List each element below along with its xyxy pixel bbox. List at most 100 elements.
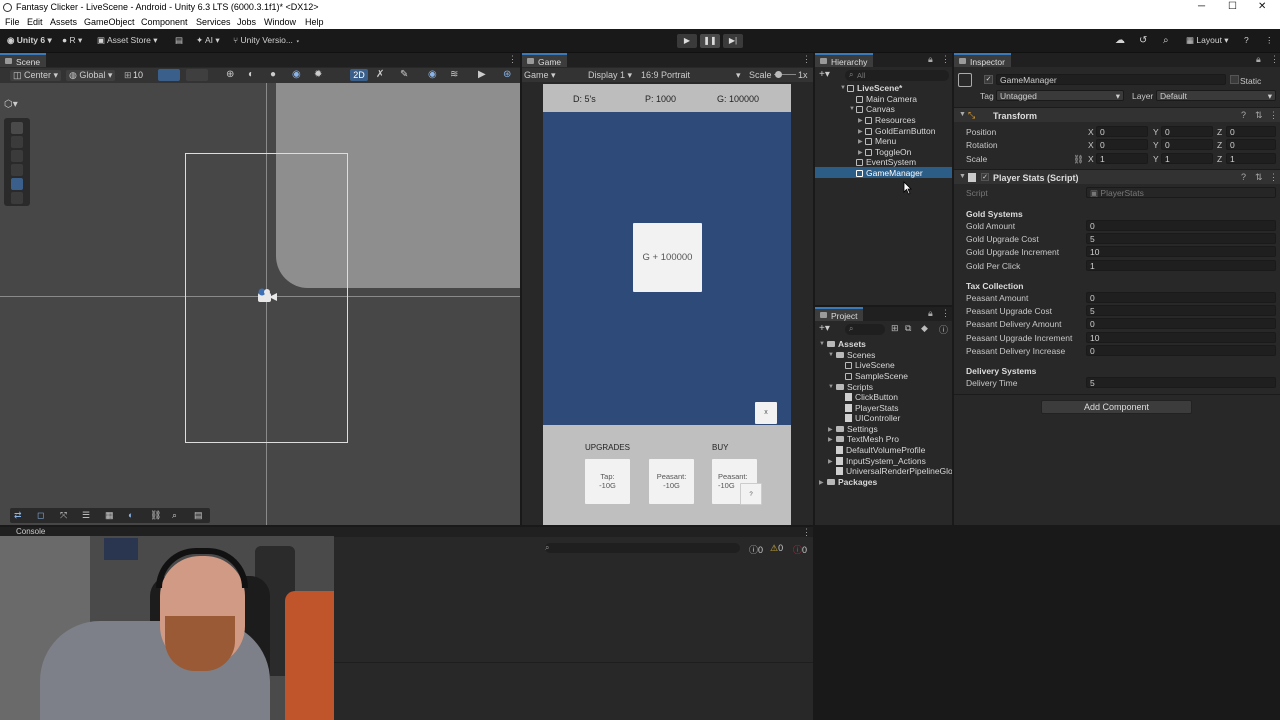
overlay-tool-6-icon[interactable]: ◐: [128, 510, 133, 520]
presets-icon[interactable]: ⇅: [1255, 110, 1263, 121]
expand-arrow-icon[interactable]: ▼: [959, 111, 966, 118]
presets-icon[interactable]: ⇅: [1255, 172, 1263, 183]
snap-value[interactable]: 10: [133, 70, 143, 80]
overlay-tool-8-icon[interactable]: ⌕: [172, 510, 177, 521]
effects-icon[interactable]: ✹: [314, 69, 322, 80]
rect-tool-icon[interactable]: [11, 178, 23, 190]
project-type-icon[interactable]: ⧉: [905, 323, 911, 334]
project-item-textmeshpro[interactable]: TextMesh Pro: [836, 434, 899, 445]
visibility-icon[interactable]: ◉: [428, 69, 437, 80]
minimize-button[interactable]: ─: [1198, 1, 1205, 12]
camera-gizmo-icon[interactable]: [256, 288, 278, 304]
console-log-count[interactable]: ⓘ0: [749, 543, 763, 556]
scale-z-field[interactable]: 1: [1226, 153, 1276, 164]
expand-arrow-icon[interactable]: ▼: [849, 106, 855, 112]
rotation-z-field[interactable]: 0: [1226, 139, 1276, 150]
tap-upgrade-button[interactable]: Tap: -10G: [585, 459, 630, 504]
rotation-y-field[interactable]: 0: [1161, 139, 1213, 150]
project-item-assets[interactable]: Assets: [827, 339, 866, 350]
add-component-button[interactable]: Add Component: [1041, 400, 1192, 414]
peasant-amount-field[interactable]: 0: [1086, 292, 1276, 303]
increment-snap-toggle[interactable]: [186, 69, 208, 81]
project-info-icon[interactable]: ⓘ: [939, 323, 948, 336]
object-name-field[interactable]: GameManager: [996, 74, 1226, 85]
scale-y-field[interactable]: 1: [1161, 153, 1213, 164]
aspect-dropdown[interactable]: 16:9 Portrait: [641, 70, 690, 80]
hierarchy-item-resources[interactable]: Resources: [865, 115, 916, 126]
hierarchy-search-input[interactable]: All: [845, 70, 949, 81]
peasant-upgrade-button[interactable]: Peasant: -10G: [649, 459, 694, 504]
peasant-upgrade-increment-field[interactable]: 10: [1086, 332, 1276, 343]
menu-file[interactable]: File: [5, 17, 20, 27]
project-item-packages[interactable]: Packages: [827, 477, 877, 488]
active-checkbox[interactable]: ✓: [984, 75, 993, 84]
menu-window[interactable]: Window: [264, 17, 296, 27]
help-icon[interactable]: ?: [1244, 35, 1249, 45]
help-info-button[interactable]: ?: [740, 483, 762, 505]
menu-close-button[interactable]: x: [755, 402, 777, 424]
camera-settings-icon[interactable]: ▶: [478, 69, 486, 80]
hierarchy-item-menu[interactable]: Menu: [865, 136, 896, 147]
component-enabled-checkbox[interactable]: ✓: [981, 173, 989, 181]
expand-arrow-icon[interactable]: ▼: [840, 85, 846, 91]
menu-edit[interactable]: Edit: [27, 17, 43, 27]
more-icon[interactable]: ⋮: [1265, 35, 1274, 46]
hierarchy-item-canvas[interactable]: Canvas: [856, 104, 895, 115]
peasant-delivery-increase-field[interactable]: 0: [1086, 345, 1276, 356]
project-item-defaultvolumeprofile[interactable]: DefaultVolumeProfile: [836, 445, 925, 456]
package-icon[interactable]: ▤: [175, 35, 183, 46]
scale-tool-icon[interactable]: [11, 164, 23, 176]
tab-scene[interactable]: Scene: [0, 53, 47, 67]
tab-hierarchy[interactable]: Hierarchy: [815, 53, 874, 67]
transform-tool-icon[interactable]: [11, 192, 23, 204]
menu-services[interactable]: Services: [196, 17, 231, 27]
space-dropdown[interactable]: ◍ Global ▾: [66, 70, 116, 81]
position-y-field[interactable]: 0: [1161, 126, 1213, 137]
game-canvas[interactable]: D: 5's P: 1000 G: 100000 G + 100000 x UP…: [543, 84, 791, 525]
display-dropdown[interactable]: Display 1 ▾: [588, 70, 632, 81]
transform-header[interactable]: ▼ ⤡ Transform ? ⇅ ⋮: [954, 107, 1280, 122]
gold-upgrade-increment-field[interactable]: 10: [1086, 246, 1276, 257]
orientation-gizmo-icon[interactable]: ⊕: [226, 69, 234, 80]
tab-game[interactable]: Game: [522, 53, 568, 67]
aspect-dropdown-arrow[interactable]: ▾: [736, 70, 741, 81]
hierarchy-add-button[interactable]: +▾: [819, 69, 830, 80]
gold-amount-field[interactable]: 0: [1086, 220, 1276, 231]
shading-icon[interactable]: ●: [270, 69, 276, 80]
hierarchy-item-gamemanager[interactable]: GameManager: [856, 168, 923, 179]
project-add-button[interactable]: +▾: [819, 323, 830, 334]
rotate-tool-icon[interactable]: [11, 150, 23, 162]
menu-component[interactable]: Component: [141, 17, 188, 27]
hierarchy-lock-icon[interactable]: 🔒︎: [928, 54, 933, 65]
collapse-arrow-icon[interactable]: ▶: [828, 426, 833, 433]
expand-arrow-icon[interactable]: ▼: [819, 341, 825, 347]
search-icon[interactable]: ⌕: [1163, 35, 1169, 46]
project-item-clickbutton[interactable]: ClickButton: [845, 392, 898, 403]
scale-slider-thumb[interactable]: [775, 71, 782, 78]
2d-toggle[interactable]: 2D: [350, 69, 368, 81]
tab-console[interactable]: Console: [16, 527, 45, 536]
inspector-menu-icon[interactable]: ⋮: [1270, 54, 1279, 65]
layer-dropdown[interactable]: Default ▾: [1156, 90, 1276, 101]
static-checkbox[interactable]: [1230, 75, 1239, 84]
game-view-dropdown[interactable]: Game ▾: [524, 70, 556, 81]
component-menu-icon[interactable]: ⋮: [1269, 110, 1278, 121]
lighting-icon[interactable]: ◉: [292, 69, 301, 80]
overlay-tool-1-icon[interactable]: ⇄: [14, 510, 22, 521]
ai-button[interactable]: ✦ AI ▾: [196, 35, 220, 46]
r-dropdown[interactable]: ● R ▾: [62, 35, 82, 46]
overlay-tool-2-icon[interactable]: ◻: [37, 510, 44, 521]
pause-button[interactable]: ❚❚: [700, 34, 720, 48]
project-item-uicontroller[interactable]: UIController: [845, 413, 900, 424]
overlay-tool-9-icon[interactable]: ▤: [194, 510, 203, 521]
console-search-input[interactable]: [545, 543, 740, 553]
version-control-button[interactable]: ⑂ Unity Versio... ▾: [233, 35, 300, 45]
collapse-arrow-icon[interactable]: ▶: [828, 436, 833, 443]
link-scale-icon[interactable]: ⛓: [1073, 154, 1084, 165]
tag-dropdown[interactable]: Untagged ▾: [996, 90, 1124, 101]
project-label-icon[interactable]: ◆: [921, 323, 928, 334]
collapse-arrow-icon[interactable]: ▶: [858, 138, 863, 145]
collapse-arrow-icon[interactable]: ▶: [858, 128, 863, 135]
maximize-button[interactable]: ☐: [1228, 1, 1237, 12]
game-menu-icon[interactable]: ⋮: [802, 54, 811, 65]
